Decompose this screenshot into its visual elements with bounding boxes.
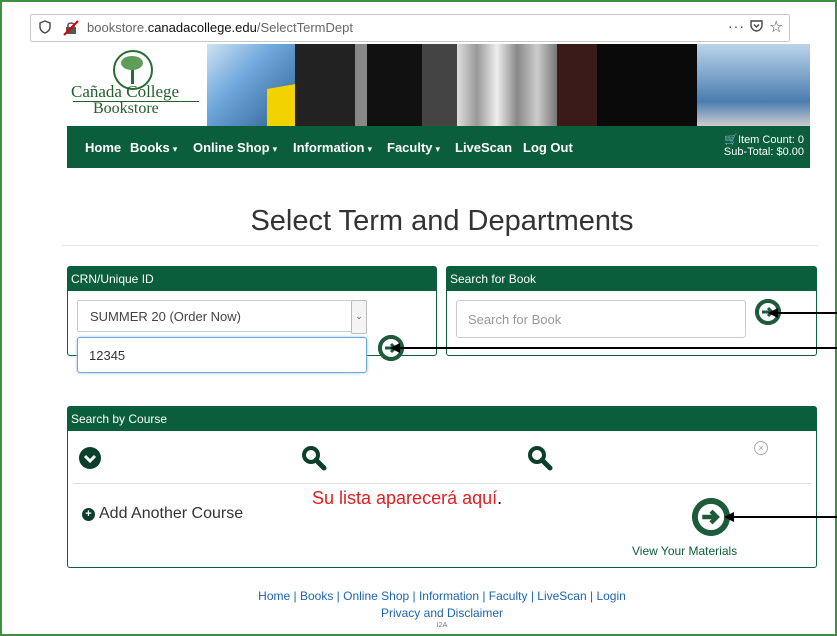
- footer-link-faculty[interactable]: Faculty: [489, 589, 528, 603]
- shield-icon[interactable]: [39, 20, 53, 36]
- bookmark-star-icon[interactable]: ☆: [769, 17, 783, 37]
- search-icon[interactable]: [301, 445, 327, 471]
- page-title: Select Term and Departments: [250, 205, 634, 237]
- annotation-arrowhead: [724, 512, 734, 522]
- footer-link-books[interactable]: Books: [300, 589, 333, 603]
- college-logo[interactable]: Cañada College Bookstore: [67, 44, 207, 126]
- crn-panel-header: CRN/Unique ID: [68, 267, 436, 291]
- nav-livescan[interactable]: LiveScan: [455, 140, 512, 155]
- footer-link-information[interactable]: Information: [419, 589, 479, 603]
- book-search-input[interactable]: [456, 300, 746, 338]
- footer: Home | Books | Online Shop | Information…: [62, 588, 822, 630]
- cart-summary[interactable]: 🛒Item Count: 0 Sub-Total: $0.00: [724, 134, 804, 158]
- footer-link-livescan[interactable]: LiveScan: [537, 589, 586, 603]
- chevron-down-icon[interactable]: ⌄: [351, 300, 367, 334]
- nav-faculty[interactable]: Faculty ▾: [387, 140, 440, 155]
- imac-photo: [697, 44, 810, 126]
- adobe-box-photo: [597, 44, 697, 126]
- logo-line-2: Bookstore: [93, 100, 159, 117]
- ipod-photo: [457, 44, 557, 126]
- plus-circle-icon: +: [82, 508, 95, 521]
- url-text[interactable]: bookstore.canadacollege.edu/SelectTermDe…: [87, 20, 353, 35]
- course-row-divider: [73, 483, 811, 484]
- main-nav: Home Books ▾ Online Shop ▾ Information ▾ Fa…: [67, 126, 810, 168]
- nav-log-out[interactable]: Log Out: [523, 140, 573, 155]
- annotation-arrowhead: [768, 308, 778, 318]
- close-icon[interactable]: ×: [754, 441, 768, 455]
- annotation-arrow-line: [398, 347, 837, 349]
- nav-information[interactable]: Information ▾: [293, 140, 372, 155]
- chevron-down-icon: ▾: [435, 144, 441, 154]
- annotation-arrow-line: [776, 312, 837, 314]
- insecure-lock-icon[interactable]: [63, 20, 79, 36]
- footer-privacy-link[interactable]: Privacy and Disclaimer: [62, 605, 822, 622]
- course-search-header: Search by Course: [68, 407, 816, 431]
- shirt-photo: [367, 44, 422, 126]
- binder-photo: [295, 44, 355, 126]
- add-another-course-button[interactable]: + Add Another Course: [82, 505, 243, 523]
- nav-online-shop[interactable]: Online Shop ▾: [193, 140, 277, 155]
- browser-url-bar[interactable]: bookstore.canadacollege.edu/SelectTermDe…: [30, 14, 790, 42]
- nav-home[interactable]: Home: [85, 140, 121, 155]
- chevron-down-icon: ▾: [272, 144, 278, 154]
- list-appears-here-note: Su lista aparecerá aquí.: [312, 488, 503, 508]
- crn-input[interactable]: [77, 337, 367, 373]
- chevron-down-icon: ▾: [172, 144, 178, 154]
- term-select[interactable]: SUMMER 20 (Order Now) ⌄: [77, 300, 367, 334]
- chevron-down-icon: ▾: [367, 144, 373, 154]
- notebook-photo: [355, 44, 367, 126]
- site-banner: Cañada College Bookstore: [67, 44, 810, 126]
- footer-link-home[interactable]: Home: [258, 589, 290, 603]
- book-search-header: Search for Book: [447, 267, 816, 291]
- nav-books[interactable]: Books ▾: [130, 140, 177, 155]
- cart-count: Item Count: 0: [737, 134, 804, 146]
- footer-link-online-shop[interactable]: Online Shop: [343, 589, 409, 603]
- cart-icon: 🛒: [724, 134, 738, 146]
- view-your-materials-link[interactable]: View Your Materials: [632, 544, 737, 558]
- logo-line-1: Cañada College: [71, 82, 180, 101]
- footer-links: Home | Books | Online Shop | Information…: [258, 589, 626, 603]
- annotation-arrow-line: [732, 516, 837, 518]
- annotation-arrowhead: [390, 343, 400, 353]
- term-selected-value: SUMMER 20 (Order Now): [90, 309, 241, 324]
- chevron-down-circle-icon[interactable]: [79, 447, 101, 469]
- footer-link-login[interactable]: Login: [596, 589, 625, 603]
- cart-subtotal: Sub-Total: $0.00: [723, 146, 804, 158]
- search-icon[interactable]: [527, 445, 553, 471]
- banner-product-photos: [207, 44, 810, 126]
- software-box-photo: [557, 44, 597, 126]
- shirt-photo-2: [422, 44, 457, 126]
- title-divider: [62, 245, 818, 246]
- footer-tiny-text: I2A: [436, 622, 448, 629]
- pocket-icon[interactable]: [749, 18, 764, 37]
- page-actions-menu-icon[interactable]: ···: [728, 18, 745, 34]
